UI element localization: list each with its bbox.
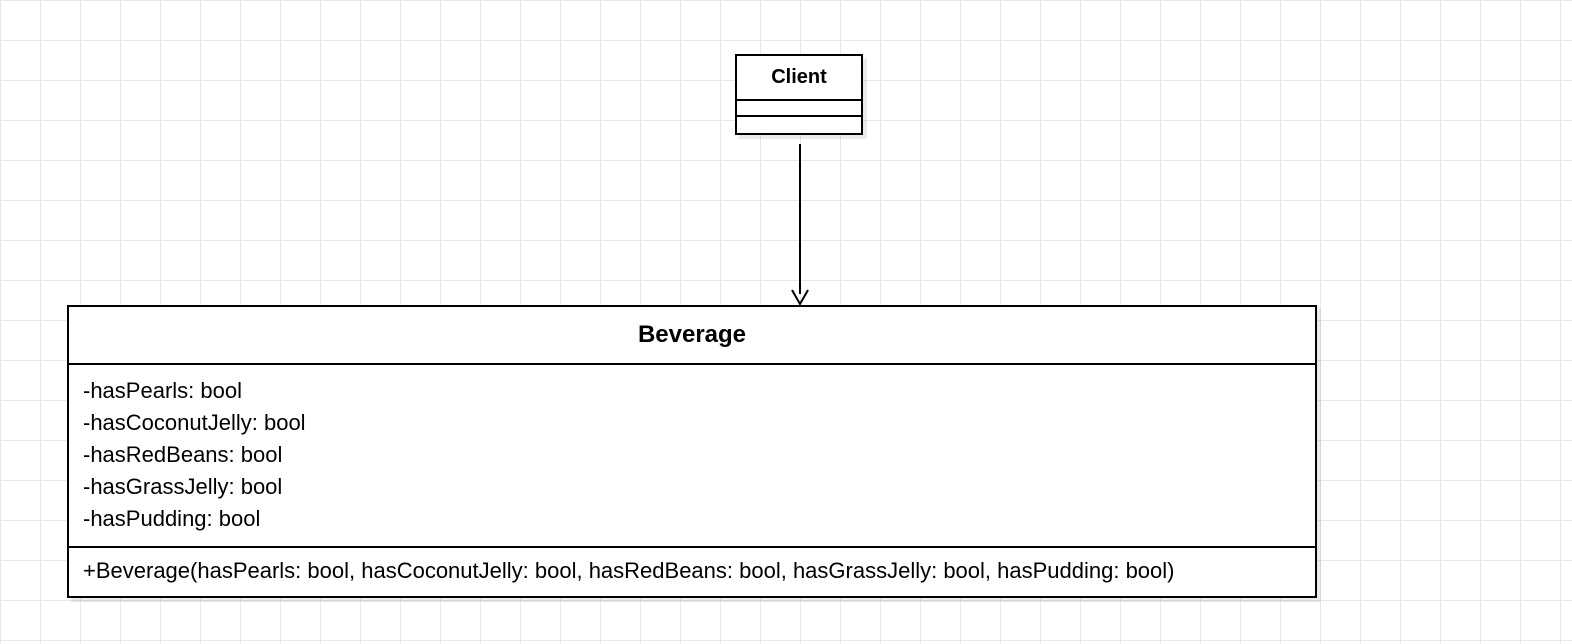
beverage-attribute: -hasRedBeans: bool <box>83 439 1301 471</box>
beverage-attributes-compartment: -hasPearls: bool -hasCoconutJelly: bool … <box>69 365 1315 548</box>
dependency-arrow-connector[interactable] <box>790 144 810 309</box>
beverage-attribute: -hasPearls: bool <box>83 375 1301 407</box>
beverage-class-box[interactable]: Beverage -hasPearls: bool -hasCoconutJel… <box>67 305 1317 598</box>
beverage-attribute: -hasCoconutJelly: bool <box>83 407 1301 439</box>
client-class-box[interactable]: Client <box>735 54 863 135</box>
client-attributes-compartment <box>737 101 861 117</box>
client-operations-compartment <box>737 117 861 133</box>
client-class-name: Client <box>737 56 861 101</box>
uml-diagram: Client Beverage -hasPearls: bool -hasCoc… <box>0 0 1572 644</box>
beverage-attribute: -hasPudding: bool <box>83 503 1301 535</box>
beverage-attribute: -hasGrassJelly: bool <box>83 471 1301 503</box>
beverage-class-name: Beverage <box>69 307 1315 365</box>
beverage-operations-compartment: +Beverage(hasPearls: bool, hasCoconutJel… <box>69 548 1315 596</box>
beverage-operation: +Beverage(hasPearls: bool, hasCoconutJel… <box>83 558 1301 584</box>
